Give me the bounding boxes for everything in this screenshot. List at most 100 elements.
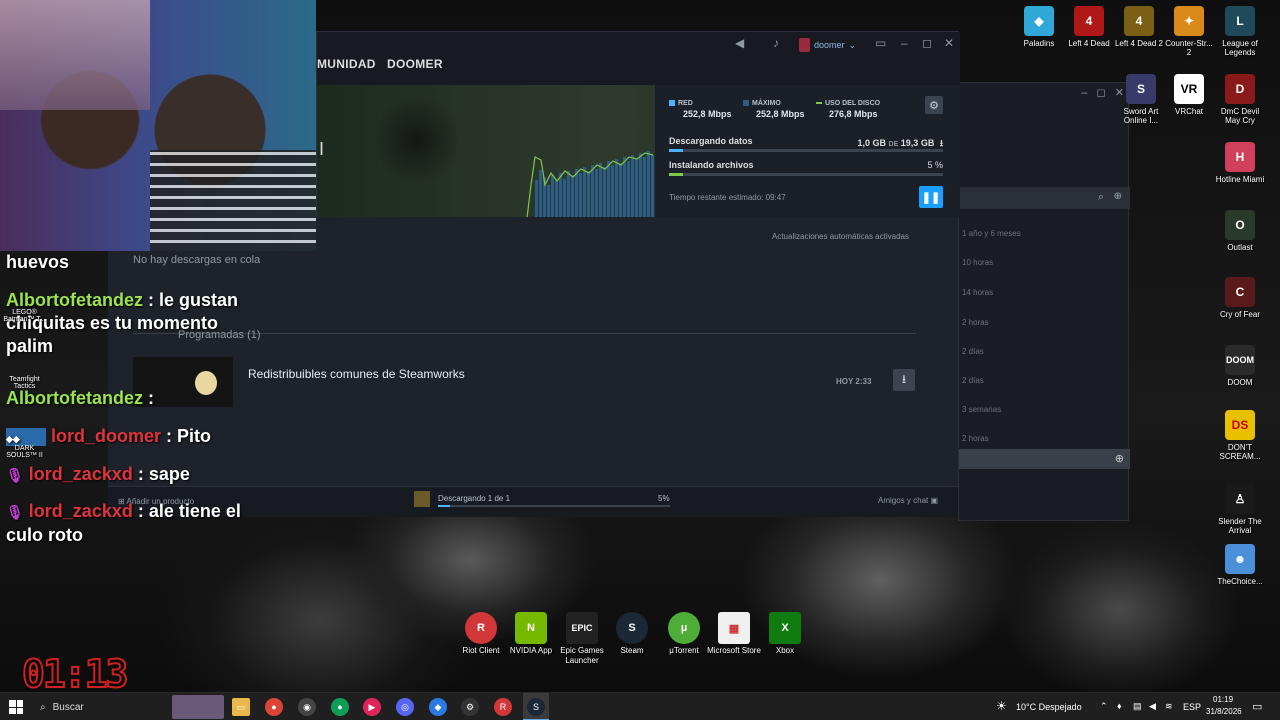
steam-nav-bar: MUNIDAD DOOMER ◀ ♪ doomer ⌄ ▭ – ◻ ✕	[317, 32, 960, 87]
add-friend-icon[interactable]: ⊕	[1114, 191, 1122, 202]
pause-button[interactable]: ❚❚	[919, 186, 943, 208]
install-progress-bar	[669, 173, 943, 176]
desktop-icon-teamfight-tactics[interactable]: Teamfight Tactics	[2, 376, 47, 390]
bell-icon[interactable]: ♪	[773, 36, 779, 50]
friend-entry[interactable]: 2 días	[962, 376, 984, 385]
auto-updates-label: Actualizaciones automáticas activadas	[772, 232, 909, 241]
friend-entry[interactable]: 14 horas	[962, 288, 993, 297]
desktop-icon-outlast[interactable]: O Outlast	[1213, 210, 1267, 252]
footer-game-thumb	[414, 491, 430, 507]
avatar	[799, 38, 810, 52]
desktop-icon-vrchat[interactable]: VR VRChat	[1162, 74, 1216, 116]
discord-icon[interactable]: ◎	[396, 698, 414, 716]
desktop-icon-slender[interactable]: ♙ Slender The Arrival	[1213, 484, 1267, 535]
desktop-icon-microsoft-store[interactable]: ▦ Microsoft Store	[705, 612, 763, 656]
riot-taskbar-icon[interactable]: R	[494, 698, 512, 716]
footer-percent: 5%	[658, 494, 670, 503]
settings-gear-icon[interactable]: ⚙	[925, 96, 943, 114]
desktop-icon-lego-batman[interactable]: LEGO® Batman™ T...	[2, 309, 47, 323]
friends-window[interactable]: – ◻ ✕ ⌕ ⊕ 1 año y 6 meses 10 horas 14 ho…	[958, 82, 1130, 521]
thechoice-icon: ☻	[1225, 544, 1255, 574]
search-placeholder: Buscar	[52, 701, 84, 713]
friends-group-bar[interactable]: ⊕	[959, 449, 1130, 469]
cry-of-fear-icon: C	[1225, 277, 1255, 307]
start-button[interactable]	[9, 700, 23, 714]
maximize-button[interactable]: ◻	[922, 36, 932, 50]
item-title[interactable]: Redistribuibles comunes de Steamworks	[248, 367, 465, 381]
desktop-icon-left-4-dead-2[interactable]: 4 Left 4 Dead 2	[1112, 6, 1166, 48]
desktop-icon-dont-scream[interactable]: DS DON'T SCREAM...	[1213, 410, 1267, 461]
slender-icon: ♙	[1225, 484, 1255, 514]
add-group-icon[interactable]: ⊕	[1115, 452, 1124, 465]
desktop-icon-cry-of-fear[interactable]: C Cry of Fear	[1213, 277, 1267, 319]
install-percent: 5 %	[927, 160, 943, 170]
cursor-icon: I	[319, 139, 325, 159]
network-label: RED	[669, 100, 693, 107]
desktop-icon-sword-art-online[interactable]: S Sword Art Online I...	[1114, 74, 1168, 125]
mic-tray-icon[interactable]: ♦	[1117, 701, 1122, 711]
queue-empty-text: No hay descargas en cola	[133, 254, 261, 266]
close-button[interactable]: ✕	[944, 36, 954, 50]
steam-taskbar-icon[interactable]: S	[527, 698, 545, 716]
webcam-background-shelf	[0, 0, 150, 110]
desktop-icon-league-of-legends[interactable]: L League of Legends	[1213, 6, 1267, 57]
desktop-icon-xbox[interactable]: X Xbox	[756, 612, 814, 656]
clock-date[interactable]: 31/8/2026	[1206, 707, 1242, 716]
friend-entry[interactable]: 10 horas	[962, 258, 993, 267]
file-explorer-icon[interactable]: ▭	[232, 698, 250, 716]
app-icon[interactable]: ◆	[429, 698, 447, 716]
hotline-miami-icon: H	[1225, 142, 1255, 172]
friend-entry[interactable]: 2 horas	[962, 434, 989, 443]
desktop-icon-dmc[interactable]: D DmC Devil May Cry	[1213, 74, 1267, 125]
riot-client-icon: R	[465, 612, 497, 644]
desktop-icon-doom[interactable]: DOOM DOOM	[1213, 345, 1267, 387]
desktop-icon-thechoice[interactable]: ☻ TheChoice...	[1213, 544, 1267, 586]
megaphone-icon[interactable]: ◀	[735, 36, 744, 50]
search-highlight-image	[172, 695, 224, 719]
nav-community[interactable]: MUNIDAD	[317, 57, 376, 71]
mic-icon: 🎙	[6, 467, 24, 483]
language-indicator[interactable]: ESP	[1183, 702, 1201, 712]
chrome-icon[interactable]: ●	[265, 698, 283, 716]
dmc-icon: D	[1225, 74, 1255, 104]
settings-gear-icon[interactable]: ⚙	[461, 698, 479, 716]
friend-entry[interactable]: 3 semanas	[962, 405, 1001, 414]
media-player-icon[interactable]: ▶	[363, 698, 381, 716]
webcam-overlay	[0, 0, 316, 251]
tray-expand-icon[interactable]: ⌃	[1100, 701, 1108, 712]
desktop-icon-paladins[interactable]: ◆ Paladins	[1012, 6, 1066, 48]
friend-entry[interactable]: 2 días	[962, 347, 984, 356]
friend-entry[interactable]: 2 horas	[962, 318, 989, 327]
chrome-profile-icon[interactable]: ●	[331, 698, 349, 716]
friends-search-bar[interactable]: ⌕ ⊕	[959, 187, 1130, 209]
notifications-icon[interactable]: ▭	[1252, 700, 1262, 713]
footer-download-status[interactable]: Descargando 1 de 1	[438, 494, 510, 503]
wifi-icon[interactable]: ≋	[1165, 701, 1173, 712]
desktop-icon-nvidia-app[interactable]: N NVIDIA App	[502, 612, 560, 656]
utorrent-icon: µ	[668, 612, 700, 644]
desktop-icon-hotline-miami[interactable]: H Hotline Miami	[1213, 142, 1267, 184]
search-icon: ⌕	[40, 701, 46, 713]
desktop-icon-counter-strike[interactable]: ✦ Counter-Str... 2	[1162, 6, 1216, 57]
friend-entry[interactable]: 1 año y 6 meses	[962, 229, 1021, 238]
desktop-icon-steam[interactable]: S Steam	[603, 612, 661, 656]
item-download-button[interactable]: ⭳	[893, 369, 915, 391]
chat-message: Albortofetandez :	[6, 388, 154, 408]
search-icon[interactable]: ⌕	[1098, 191, 1104, 204]
nav-user[interactable]: DOOMER	[387, 57, 443, 71]
desktop-icon-left-4-dead[interactable]: 4 Left 4 Dead	[1062, 6, 1116, 48]
network-tray-icon[interactable]: ▤	[1133, 701, 1142, 712]
friends-chat-button[interactable]: Amigos y chat ▣	[878, 496, 938, 505]
minimize-button[interactable]: –	[901, 36, 908, 50]
weather-text[interactable]: 10°C Despejado	[1016, 702, 1082, 712]
paladins-icon: ◆	[1024, 6, 1054, 36]
weather-icon[interactable]: ☀	[996, 699, 1007, 713]
clock-time[interactable]: 01:19	[1213, 695, 1233, 704]
volume-icon[interactable]: ◀	[1149, 701, 1156, 712]
desktop-icon-dark-souls[interactable]: DARK SOULS™ II	[2, 445, 47, 459]
chat-message: 🎙 lord_zackxd : ale tiene el culo roto	[6, 501, 241, 545]
bigpicture-icon[interactable]: ▭	[875, 36, 886, 50]
mic-icon: 🎙	[6, 504, 24, 520]
user-menu[interactable]: doomer ⌄	[799, 37, 856, 53]
obs-icon[interactable]: ◉	[298, 698, 316, 716]
